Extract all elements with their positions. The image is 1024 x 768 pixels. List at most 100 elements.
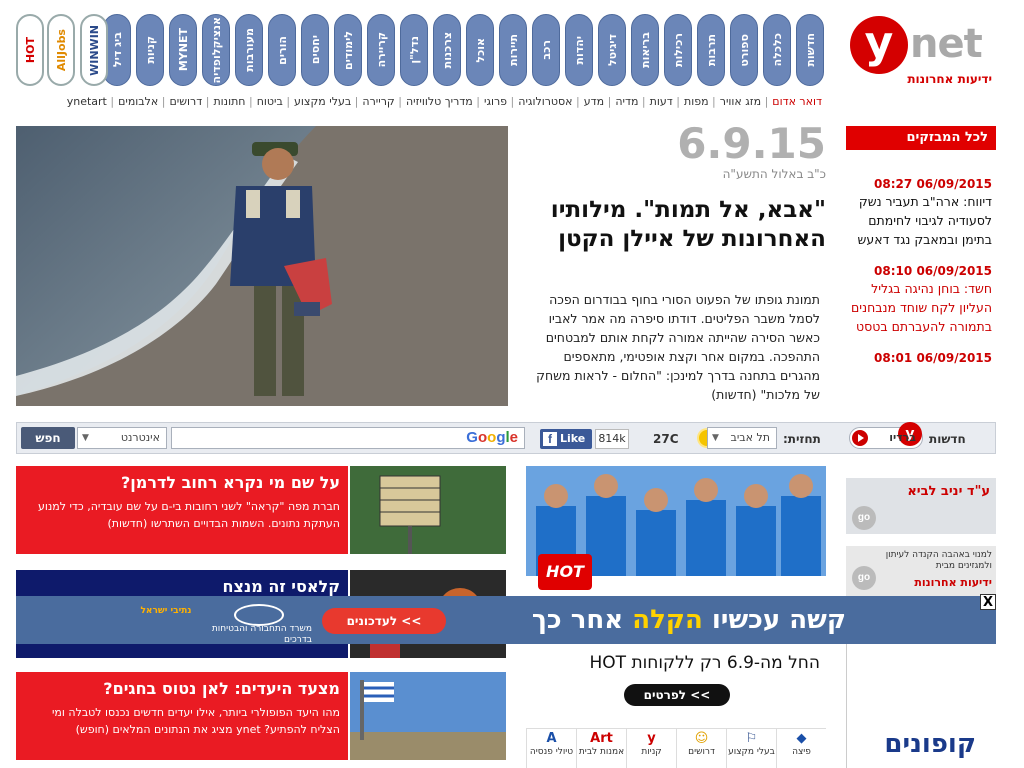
service-icon-item[interactable]: A טיולי פנסיה [526, 729, 576, 768]
nav-pill[interactable]: לימודים [334, 14, 362, 86]
subnav-separator: | [282, 95, 291, 108]
search-input[interactable]: Google [171, 427, 525, 449]
news-radio-label[interactable]: חדשות [929, 429, 966, 449]
service-icon: ◆ [796, 731, 807, 746]
flash-text[interactable]: דיווח: ארה"ב תעביר נשק לסעודיה לגיבוי לח… [846, 192, 992, 249]
teaser-photo[interactable] [350, 466, 506, 554]
subnav-link[interactable]: דרושים [169, 95, 202, 108]
nav-pill[interactable]: אנציקלופדיה [202, 14, 230, 86]
banner-msg-highlight: הקלה [632, 605, 703, 635]
subnav-link[interactable]: דואר אדום [772, 95, 822, 108]
flash-text[interactable]: חשד: בוחן נהיגה בגליל העליון לקח שוחד מנ… [846, 279, 992, 336]
flash-item[interactable]: 06/09/2015 08:01 [846, 350, 996, 366]
nav-pill[interactable]: מעורבות [235, 14, 263, 86]
radio-player-button[interactable]: y ברדיו [849, 422, 923, 449]
partner-pill[interactable]: WINWIN [80, 14, 108, 86]
service-icon-item[interactable]: ☺ דרושים [676, 729, 726, 768]
nav-pill[interactable]: תיירות [499, 14, 527, 86]
service-icon-label: בעלי מקצוע [728, 747, 775, 757]
banner-updates-button[interactable]: לעדכונים << [322, 608, 446, 634]
service-icon-item[interactable]: y קניות [626, 729, 676, 768]
nav-pill[interactable]: MYNET [169, 14, 197, 86]
coupons-tile[interactable]: קופונים [846, 640, 996, 768]
nav-pill[interactable]: ספורט [730, 14, 758, 86]
close-icon[interactable]: X [980, 594, 996, 610]
subscription-ad-text: למנוי באהבה הקנדה לעיתון ולמגזינים מבית [885, 550, 992, 571]
netivei-israel-logo: נתיבי ישראל [140, 606, 192, 616]
nav-pill[interactable]: קניות [136, 14, 164, 86]
teaser-title[interactable]: קלאסי זה מנצח [22, 576, 341, 598]
subnav-link[interactable]: ביטוח [257, 95, 283, 108]
nav-pill[interactable]: תרבות [697, 14, 725, 86]
nav-pill[interactable]: יהדות [565, 14, 593, 86]
search-button[interactable]: חפש [21, 427, 75, 449]
service-icon: y [647, 731, 656, 746]
nav-pill-label: תיירות [506, 34, 520, 66]
hero-hebrew-date: כ"ב באלול התשע"ה [722, 167, 826, 181]
go-button[interactable]: go [852, 566, 876, 590]
nav-pill-label: ביג דיל [110, 32, 124, 68]
subscription-ad-tile[interactable]: למנוי באהבה הקנדה לעיתון ולמגזינים מבית … [846, 546, 996, 596]
subnav-link[interactable]: פרוגי [484, 95, 507, 108]
flash-news-header[interactable]: לכל המבזקים [846, 126, 996, 150]
service-icon-item[interactable]: ⚐ בעלי מקצוע [726, 729, 776, 768]
subscription-ad-brand: ידיעות אחרונות [914, 576, 992, 589]
nav-pill[interactable]: נדל"ן [400, 14, 428, 86]
ynet-logo[interactable]: y net ידיעות אחרונות [848, 12, 998, 92]
subnav-link[interactable]: מדריך טלוויזיה [406, 95, 473, 108]
hero-headline[interactable]: "אבא, אל תמות". מילותיו האחרונות של אייל… [520, 196, 826, 254]
nav-pill[interactable]: רכב [532, 14, 560, 86]
subnav-link[interactable]: אלבומים [118, 95, 158, 108]
nav-pill[interactable]: הורים [268, 14, 296, 86]
nav-pill[interactable]: חדשות [796, 14, 824, 86]
subnav-link[interactable]: דעות [650, 95, 673, 108]
subnav-link[interactable]: בעלי מקצוע [294, 95, 351, 108]
subnav-link[interactable]: מדיה [615, 95, 638, 108]
teaser-destinations[interactable]: מצעד היעדים: לאן נטוס בחגים? מהו היעד הפ… [16, 672, 506, 760]
service-icon-item[interactable]: Art אמנות לבית [576, 729, 626, 768]
nav-pill-label: כלכלה [770, 33, 784, 67]
teaser-photo[interactable] [350, 672, 506, 760]
search-scope-select[interactable]: ▼ אינטרנט [77, 427, 167, 449]
subnav-link[interactable]: ynetart [67, 95, 107, 108]
partner-pill-label: HOT [23, 36, 37, 64]
overlay-banner[interactable]: קשה עכשיו הקלה אחר כך לעדכונים << משרד ה… [16, 594, 996, 645]
hero-photo[interactable] [16, 126, 508, 406]
nav-pill[interactable]: רכילות [664, 14, 692, 86]
nav-pill-label: אנציקלופדיה [209, 16, 223, 84]
hot-ad-details-button[interactable]: לפרטים << [624, 684, 730, 706]
flash-item[interactable]: 06/09/2015 08:10 חשד: בוחן נהיגה בגליל הע… [846, 263, 996, 336]
hero-date: 6.9.15 [677, 119, 826, 168]
lawyer-ad-tile[interactable]: ע"ד יניב לביא go [846, 478, 996, 534]
service-icon-item[interactable]: ◆ פיצה [776, 729, 826, 768]
teaser-title[interactable]: מצעד היעדים: לאן נטוס בחגים? [22, 678, 340, 700]
facebook-like-button[interactable]: f Like [540, 429, 592, 449]
nav-pill-label: תרבות [704, 33, 718, 67]
nav-pill[interactable]: כלכלה [763, 14, 791, 86]
teaser-street-names[interactable]: על שם מי נקרא רחוב לדרמן? חברת מפה "קראה… [16, 466, 506, 554]
go-button[interactable]: go [852, 506, 876, 530]
nav-pill[interactable]: קריירה [367, 14, 395, 86]
nav-pill[interactable]: יחסים [301, 14, 329, 86]
hero-summary[interactable]: תמונת גופתו של הפעוט הסורי בחוף בבודרום … [520, 290, 820, 406]
nav-pill[interactable]: אוכל [466, 14, 494, 86]
flash-item[interactable]: 06/09/2015 08:27 דיווח: ארה"ב תעביר נשק ל… [846, 176, 996, 249]
nav-pill[interactable]: צרכנות [433, 14, 461, 86]
teaser-title[interactable]: על שם מי נקרא רחוב לדרמן? [22, 472, 340, 494]
chevron-down-icon: ▼ [82, 433, 89, 443]
city-select[interactable]: ▼ תל אביב [707, 427, 777, 449]
subnav-separator: | [106, 95, 115, 108]
subnav-link[interactable]: מדע [584, 95, 604, 108]
nav-pill[interactable]: בריאות [631, 14, 659, 86]
partner-pill[interactable]: AllJobs [47, 14, 75, 86]
subnav-link[interactable]: אסטרולוגיה [518, 95, 572, 108]
subnav-link[interactable]: מזג אוויר [720, 95, 761, 108]
subnav-link[interactable]: חתונות [213, 95, 245, 108]
nav-pill[interactable]: דיגיטל [598, 14, 626, 86]
subnav-separator: | [158, 95, 166, 108]
subnav-link[interactable]: מפות [684, 95, 709, 108]
partner-pill[interactable]: HOT [16, 14, 44, 86]
subnav-link[interactable]: קריירה [362, 95, 394, 108]
nav-pill-label: אוכל [473, 37, 487, 63]
forecast-label: תחזית: [783, 432, 821, 446]
